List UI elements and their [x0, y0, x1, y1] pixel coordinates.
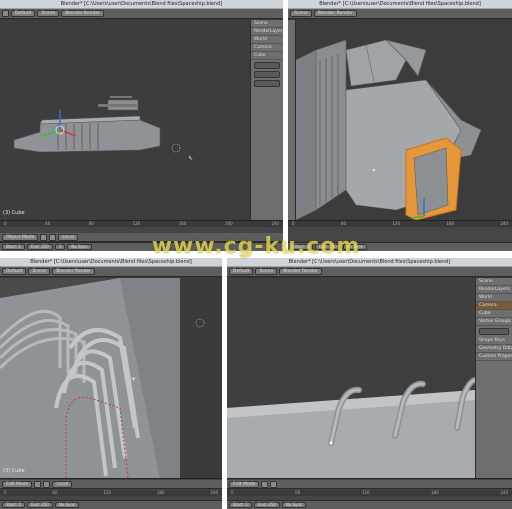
start-field[interactable]: Start: 1: [2, 244, 25, 250]
window-title: Blender* [C:\Users\user\Documents\Blend …: [288, 0, 512, 9]
vertex-select-icon[interactable]: [43, 480, 51, 488]
custom-properties-panel[interactable]: Custom Properties: [476, 353, 512, 361]
timeline-ruler: 0 60 120 180 240: [288, 221, 512, 227]
timeline: Edit Mode Local 0 60 120 180 240 Start: 1 En…: [0, 478, 222, 509]
spaceship-model: ↖: [13, 96, 193, 162]
panel-bottom-right: Blender* [C:\Users\user\Documents\Blend …: [227, 258, 512, 509]
window-title: Blender* [C:\Users\user\Documents\Blend …: [227, 258, 512, 267]
timeline-bar: Start: 1 End: 250 No Sync: [227, 500, 512, 509]
viewport-header: Edit Mode Local: [0, 480, 222, 489]
spaceship-closeup: [296, 39, 482, 220]
layout-select[interactable]: Default: [229, 268, 254, 275]
render-engine-select[interactable]: Blender Render: [313, 10, 357, 17]
shading-icon[interactable]: [261, 480, 269, 488]
outliner-item[interactable]: Cube: [476, 310, 512, 318]
shape-keys-panel[interactable]: Shape Keys: [476, 337, 512, 345]
timeline: 0 60 120 180 240 Start: 1 End: 250 No Sync: [288, 220, 512, 251]
shading-icon[interactable]: [40, 233, 48, 241]
current-frame-field[interactable]: 1: [54, 244, 66, 250]
scene-select[interactable]: Scene: [28, 268, 51, 275]
vertex-groups-panel[interactable]: Vertex Groups: [476, 318, 512, 326]
render-engine-select[interactable]: Blender Render: [52, 268, 96, 275]
outliner-item[interactable]: Scene: [251, 20, 283, 28]
outliner-item[interactable]: World: [476, 294, 512, 302]
object-name-label: (3) Cube: [3, 468, 25, 474]
property-field[interactable]: [254, 80, 280, 87]
outliner-item-selected[interactable]: Camera: [476, 302, 512, 310]
svg-text:+: +: [131, 376, 136, 383]
properties-panel: Scene RenderLayers World Camera Cube Ver…: [475, 278, 512, 478]
pipe-detail-model: [227, 376, 475, 478]
viewport-3d[interactable]: ↖ (3) Cube: [0, 20, 250, 220]
window-title: Blender* [C:\Users\user\Documents\Blend …: [0, 0, 283, 9]
end-field[interactable]: End: 250: [314, 244, 341, 250]
timeline: 0 40 80 120 160 200 240 Object Mode Local Star…: [0, 220, 283, 251]
viewport-3d[interactable]: [296, 20, 512, 220]
viewport-header: Object Mode Local: [0, 233, 283, 242]
pivot-icon[interactable]: [49, 233, 57, 241]
orientation-select[interactable]: Local: [58, 233, 79, 241]
sync-select[interactable]: No Sync: [67, 244, 92, 250]
scene-select[interactable]: Scene: [255, 268, 278, 275]
outliner-item[interactable]: RenderLayers: [476, 286, 512, 294]
timeline-ruler: 0 40 80 120 160 200 240: [0, 221, 283, 227]
window-title: Blender* [C:\Users\user\Documents\Blend …: [0, 258, 222, 267]
properties-panel: [288, 20, 296, 220]
object-name-label: (3) Cube: [3, 210, 25, 216]
properties-panel: Scene RenderLayers World Camera Cube: [250, 20, 283, 220]
start-field[interactable]: Start: 1: [2, 502, 25, 508]
outliner-item[interactable]: Scene: [476, 278, 512, 286]
shading-icon[interactable]: [34, 480, 42, 488]
outliner-item[interactable]: Cube: [251, 52, 283, 60]
render-engine-select[interactable]: Blender Render: [61, 10, 105, 17]
viewport-header: Edit Mode: [227, 480, 512, 489]
timeline-ruler: 0 60 120 180 240: [0, 490, 222, 496]
scene-select[interactable]: Scene: [37, 10, 60, 17]
rib-pipes-model: +: [0, 278, 222, 478]
geometry-data-panel[interactable]: Geometry Data: [476, 345, 512, 353]
sync-select[interactable]: No Sync: [281, 502, 307, 508]
svg-text:↖: ↖: [188, 155, 193, 162]
mode-select[interactable]: Object Mode: [2, 233, 39, 241]
orientation-select[interactable]: Local: [52, 480, 73, 488]
timeline-bar: Start: 1 End: 250 1 No Sync: [0, 242, 283, 251]
sync-select[interactable]: No Sync: [54, 502, 80, 508]
timeline-ruler: 0 60 120 180 240: [227, 490, 512, 496]
info-header: Scene Blender Render: [288, 9, 512, 19]
property-field[interactable]: [479, 328, 509, 335]
start-field[interactable]: Start: 1: [229, 502, 252, 508]
info-header: Default Scene Blender Render: [0, 9, 283, 19]
property-field[interactable]: [254, 71, 280, 78]
timeline-bar: Start: 1 End: 250 No Sync: [288, 242, 512, 251]
end-field[interactable]: End: 250: [253, 502, 280, 508]
panel-bottom-left: Blender* [C:\Users\user\Documents\Blend …: [0, 258, 222, 509]
panel-top-right: Blender* [C:\Users\user\Documents\Blend …: [288, 0, 512, 251]
editor-type-icon[interactable]: [2, 10, 9, 17]
mode-select[interactable]: Edit Mode: [229, 480, 260, 488]
scene-select[interactable]: Scene: [290, 10, 312, 17]
render-engine-select[interactable]: Blender Render: [279, 268, 323, 275]
start-field[interactable]: Start: 1: [290, 244, 313, 250]
mode-select[interactable]: Edit Mode: [2, 480, 33, 488]
viewport-3d[interactable]: + (3) Cube: [0, 278, 222, 478]
layout-select[interactable]: Default: [11, 10, 36, 17]
info-header: Default Scene Blender Render: [0, 267, 222, 277]
outliner-item[interactable]: RenderLayers: [251, 28, 283, 36]
sync-select[interactable]: No Sync: [342, 244, 368, 250]
layout-select[interactable]: Default: [2, 268, 27, 275]
property-field[interactable]: [254, 62, 280, 69]
outliner-item[interactable]: World: [251, 36, 283, 44]
timeline: Edit Mode 0 60 120 180 240 Start: 1 End: 250…: [227, 478, 512, 509]
end-field[interactable]: End: 250: [26, 502, 53, 508]
outliner-item[interactable]: Camera: [251, 44, 283, 52]
timeline-bar: Start: 1 End: 250 No Sync: [0, 500, 222, 509]
info-header: Default Scene Blender Render: [227, 267, 512, 277]
viewport-3d[interactable]: [227, 278, 475, 478]
panel-top-left: Blender* [C:\Users\user\Documents\Blend …: [0, 0, 283, 251]
end-field[interactable]: End: 250: [26, 244, 53, 250]
vertex-select-icon[interactable]: [270, 480, 278, 488]
